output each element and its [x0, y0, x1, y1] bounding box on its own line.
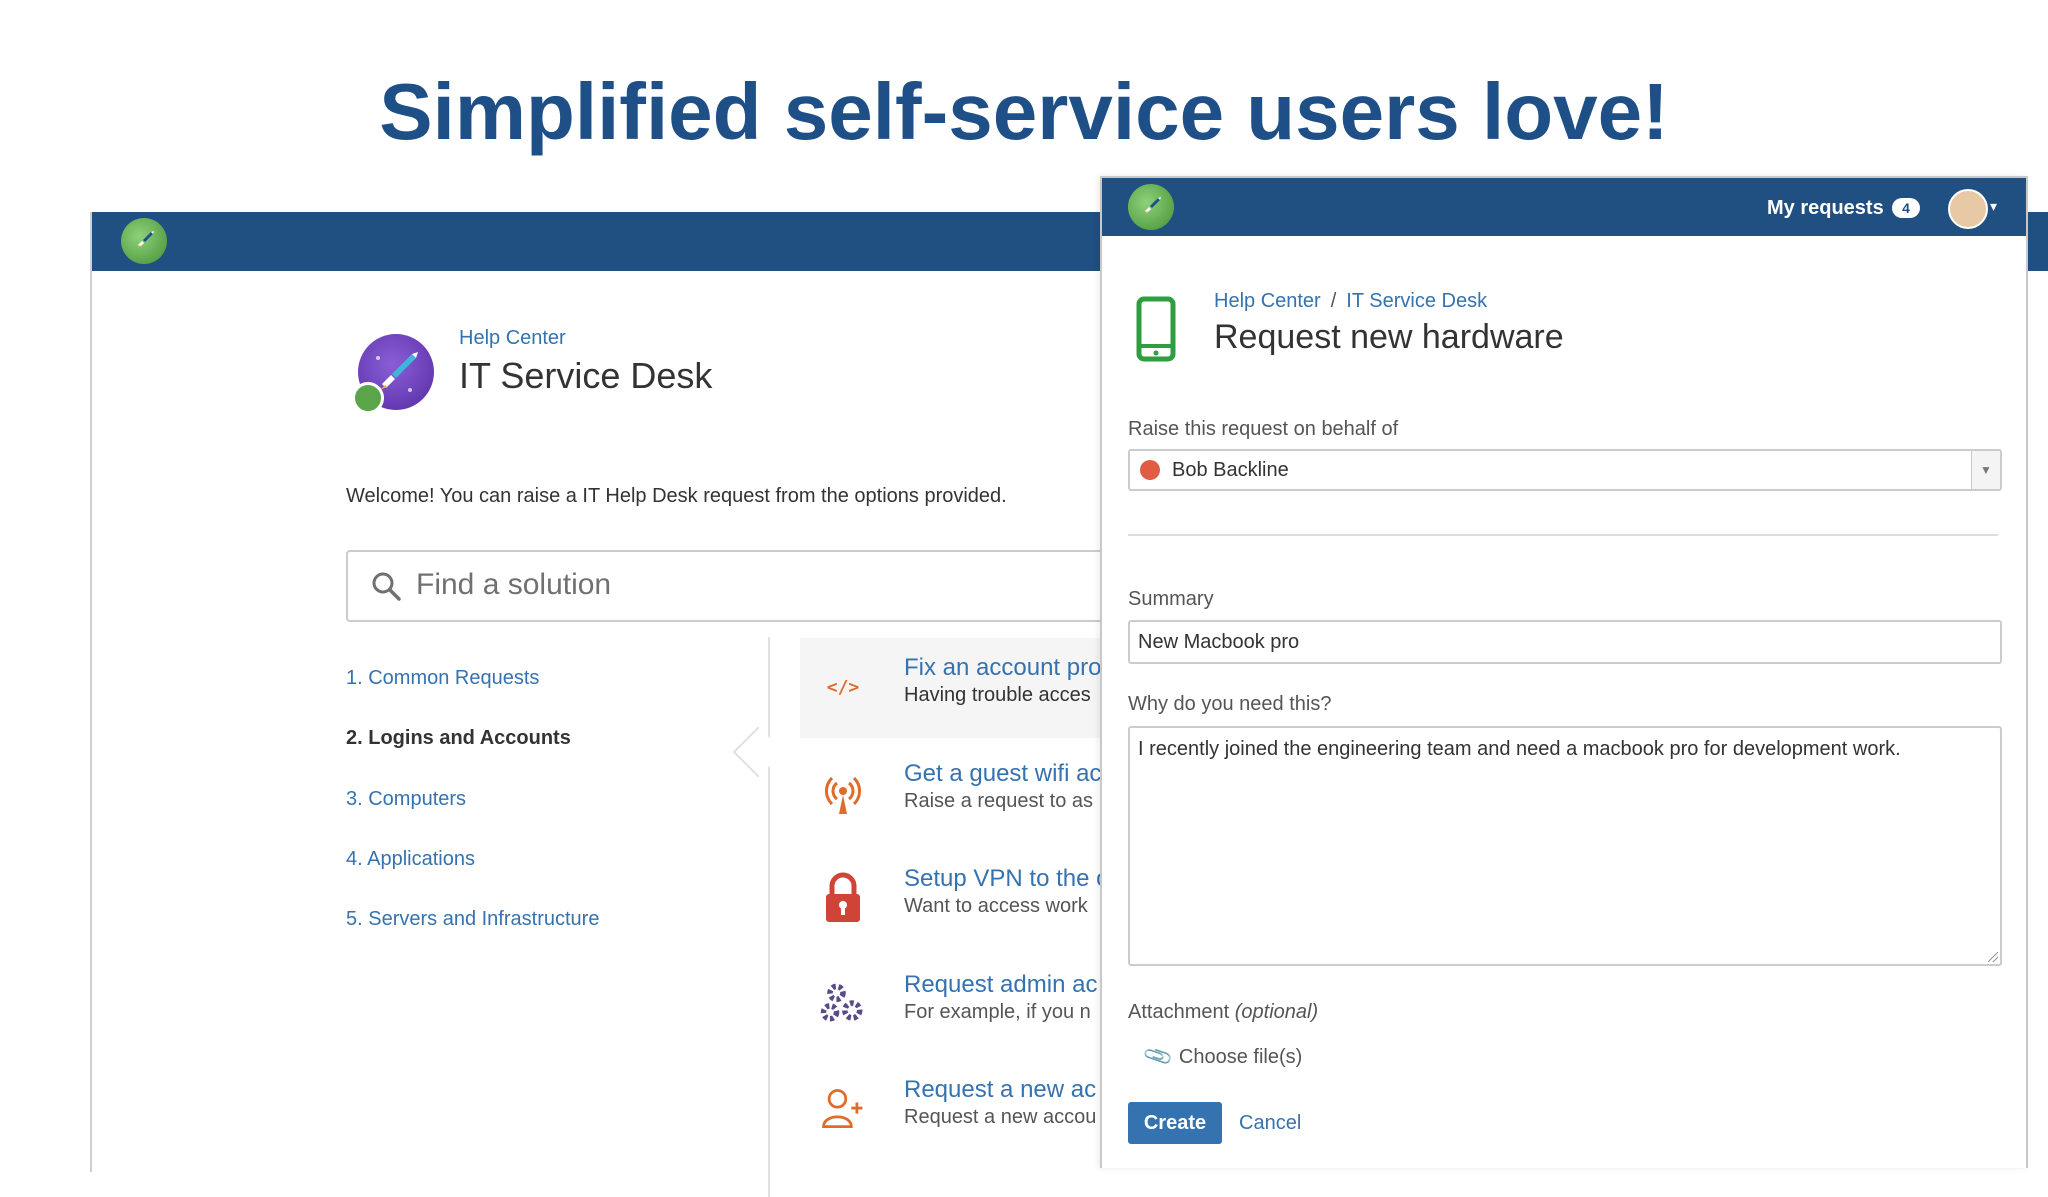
page-title: Request new hardware — [1214, 318, 1564, 356]
gears-icon — [818, 979, 868, 1029]
chevron-down-icon[interactable]: ▾ — [1990, 198, 1997, 215]
my-requests-count-badge: 4 — [1892, 198, 1920, 218]
choose-files-label: Choose file(s) — [1178, 1046, 1303, 1068]
why-textarea[interactable]: I recently joined the engineering team a… — [1128, 726, 2002, 966]
service-desk-logo — [352, 334, 434, 414]
portal-logo-icon[interactable] — [1128, 184, 1174, 230]
rocket-icon — [1144, 197, 1161, 214]
page-title: IT Service Desk — [459, 355, 713, 396]
lock-icon — [818, 872, 868, 923]
summary-label: Summary — [1128, 588, 1214, 610]
request-type-title: Request a new ac — [904, 1076, 1097, 1103]
request-type-title: Setup VPN to the o — [904, 865, 1110, 892]
column-divider — [768, 637, 770, 1197]
wifi-broadcast-icon — [818, 768, 868, 818]
resize-handle-icon[interactable] — [1988, 952, 1998, 962]
summary-field[interactable]: New Macbook pro — [1128, 620, 2002, 664]
portal-mini-badge — [352, 382, 384, 414]
welcome-text: Welcome! You can raise a IT Help Desk re… — [346, 485, 1007, 507]
paperclip-icon: 📎 — [1142, 1041, 1175, 1073]
request-type-title: Get a guest wifi ac — [904, 760, 1102, 787]
add-user-icon — [818, 1084, 868, 1134]
request-type-desc: For example, if you n — [904, 1001, 1091, 1023]
avatar[interactable] — [1948, 189, 1988, 229]
create-button[interactable]: Create — [1128, 1102, 1222, 1144]
slide-title: Simplified self-service users love! — [379, 67, 1669, 156]
on-behalf-select[interactable]: Bob Backline ▼ — [1128, 449, 2002, 491]
form-top-nav: My requests 4 ▾ — [1102, 178, 2026, 236]
request-form-window: My requests 4 ▾ Help Center / IT Service D… — [1100, 176, 2028, 1168]
request-type-title: Request admin ac — [904, 971, 1098, 998]
choose-files-button[interactable]: 📎 Choose file(s) — [1142, 1041, 1303, 1073]
on-behalf-label: Raise this request on behalf of — [1128, 418, 1399, 440]
breadcrumb-help-center[interactable]: Help Center — [459, 327, 566, 350]
category-applications[interactable]: 4. Applications — [346, 848, 475, 871]
search-icon — [372, 572, 401, 601]
breadcrumb: Help Center / IT Service Desk — [1214, 290, 1487, 313]
selection-pointer — [732, 726, 784, 778]
category-computers[interactable]: 3. Computers — [346, 788, 466, 811]
request-type-desc: Having trouble acces — [904, 684, 1091, 706]
rocket-icon — [137, 231, 154, 248]
request-type-desc: Raise a request to as — [904, 790, 1093, 812]
phone-icon — [1136, 296, 1176, 362]
summary-value: New Macbook pro — [1138, 631, 1300, 653]
svg-text:</>: </> — [827, 677, 860, 698]
category-logins-accounts[interactable]: 2. Logins and Accounts — [346, 727, 571, 750]
attachment-label-text: Attachment — [1128, 1001, 1230, 1023]
category-common-requests[interactable]: 1. Common Requests — [346, 667, 539, 690]
code-icon: </> — [818, 662, 868, 712]
chevron-down-icon[interactable]: ▼ — [1971, 451, 2000, 489]
attachment-optional-text: (optional) — [1234, 1001, 1319, 1023]
request-type-desc: Request a new accou — [904, 1106, 1097, 1128]
cancel-button[interactable]: Cancel — [1239, 1112, 1301, 1135]
request-type-title: Fix an account pro — [904, 654, 1102, 681]
on-behalf-value: Bob Backline — [1172, 459, 1289, 481]
breadcrumb-it-service-desk[interactable]: IT Service Desk — [1346, 290, 1487, 312]
attachment-label: Attachment (optional) — [1128, 1001, 1318, 1024]
search-placeholder: Find a solution — [416, 568, 612, 601]
request-type-desc: Want to access work — [904, 895, 1088, 917]
user-avatar-icon — [1140, 460, 1160, 480]
why-value: I recently joined the engineering team a… — [1138, 738, 1901, 760]
divider — [1128, 534, 1998, 536]
category-servers-infrastructure[interactable]: 5. Servers and Infrastructure — [346, 908, 599, 931]
my-requests-link[interactable]: My requests — [1767, 197, 1884, 220]
breadcrumb-separator: / — [1330, 290, 1337, 312]
portal-logo-icon[interactable] — [121, 218, 167, 264]
why-label: Why do you need this? — [1128, 693, 1332, 715]
breadcrumb-help-center[interactable]: Help Center — [1214, 290, 1321, 312]
